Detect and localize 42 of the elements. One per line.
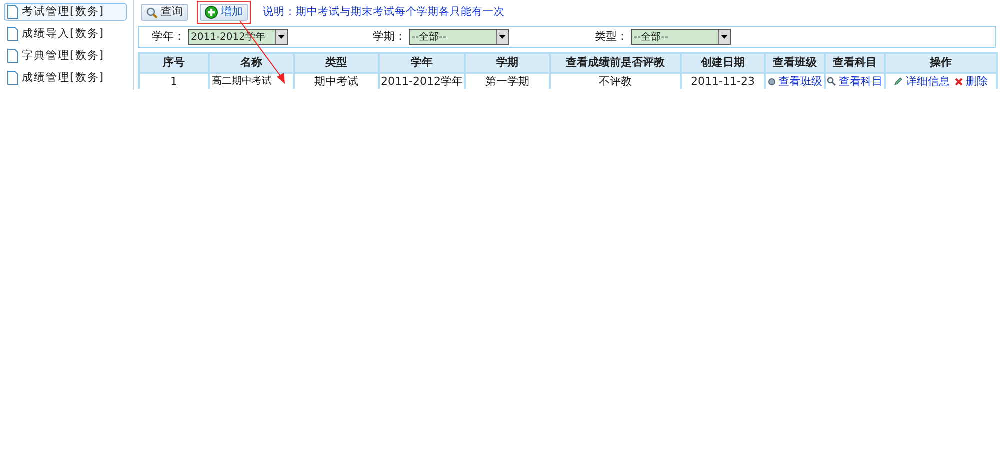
search-icon <box>146 6 158 18</box>
column-header: 查看班级 <box>765 53 825 73</box>
filter-label: 类型： <box>595 28 628 45</box>
sidebar-item[interactable]: 成绩导入[数务] <box>4 25 127 43</box>
table-cell: 2011-11-23 <box>681 73 765 89</box>
plus-icon <box>205 6 218 19</box>
sidebar-item[interactable]: 字典管理[数务] <box>4 47 127 65</box>
delete-icon <box>955 78 963 86</box>
note-text: 说明：期中考试与期末考试每个学期各只能有一次 <box>263 4 505 20</box>
table-link[interactable]: 查看班级 <box>768 74 822 88</box>
document-icon <box>7 71 19 85</box>
document-icon <box>7 49 19 63</box>
table-cell: 2011-2012学年 <box>379 73 465 89</box>
table-cell: 1 <box>139 73 209 89</box>
column-header: 序号 <box>139 53 209 73</box>
column-header: 操作 <box>885 53 997 73</box>
column-header: 查看科目 <box>825 53 885 73</box>
table-cell: 不评教 <box>550 73 681 89</box>
table-link[interactable]: 查看科目 <box>827 74 883 88</box>
column-header: 类型 <box>294 53 379 73</box>
sidebar-item[interactable]: 考试管理[数务] <box>4 3 127 21</box>
dropdown[interactable]: --全部-- <box>409 29 509 45</box>
document-icon <box>7 27 19 41</box>
document-icon <box>7 5 19 19</box>
add-button[interactable]: 增加 <box>200 4 248 21</box>
filter-label: 学期： <box>373 28 406 45</box>
search-button[interactable]: 查询 <box>141 4 188 21</box>
filter-label: 学年： <box>152 28 185 45</box>
search-icon <box>827 77 836 86</box>
table-link[interactable]: 删除 <box>955 74 988 88</box>
column-header: 学年 <box>379 53 465 73</box>
table-cell: 第一学期 <box>465 73 550 89</box>
table-link[interactable]: 详细信息 <box>894 74 950 88</box>
dropdown[interactable]: --全部-- <box>631 29 731 45</box>
circle-icon <box>768 78 776 86</box>
sidebar-item[interactable]: 成绩管理[数务] <box>4 69 127 87</box>
column-header: 查看成绩前是否评教 <box>550 53 681 73</box>
pencil-icon <box>894 77 903 86</box>
column-header: 创建日期 <box>681 53 765 73</box>
table-cell: 期中考试 <box>294 73 379 89</box>
column-header: 名称 <box>209 53 294 73</box>
column-header: 学期 <box>465 53 550 73</box>
